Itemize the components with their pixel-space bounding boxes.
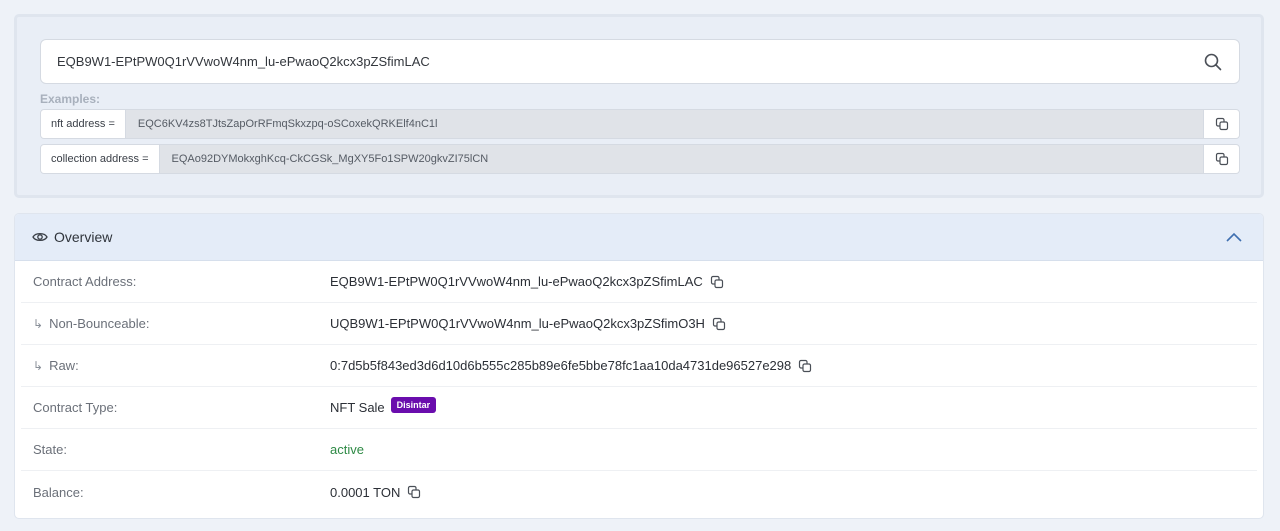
row-non-bounceable: ↳ Non-Bounceable: UQB9W1-EPtPW0Q1rVVwoW4…: [21, 303, 1257, 345]
state-value: active: [330, 442, 364, 457]
row-state: State: active: [21, 429, 1257, 471]
copy-icon[interactable]: [712, 317, 726, 331]
copy-icon[interactable]: [1203, 145, 1239, 173]
eye-icon: [32, 231, 48, 243]
copy-icon[interactable]: [798, 359, 812, 373]
contract-address-value[interactable]: EQB9W1-EPtPW0Q1rVVwoW4nm_lu-ePwaoQ2kcx3p…: [330, 274, 703, 289]
example-prefix: nft address =: [41, 110, 126, 138]
row-contract-address: Contract Address: EQB9W1-EPtPW0Q1rVVwoW4…: [21, 261, 1257, 303]
search-icon[interactable]: [1203, 52, 1223, 72]
overview-header[interactable]: Overview: [15, 214, 1263, 261]
row-raw: ↳ Raw: 0:7d5b5f843ed3d6d10d6b555c285b89e…: [21, 345, 1257, 387]
examples-label: Examples:: [40, 92, 101, 106]
marketplace-badge[interactable]: Disintar: [390, 396, 437, 413]
overview-title: Overview: [54, 229, 113, 245]
overview-panel: Overview Contract Address: EQB9W1-EPtPW0…: [14, 213, 1264, 519]
raw-value[interactable]: 0:7d5b5f843ed3d6d10d6b555c285b89e6fe5bbe…: [330, 358, 791, 373]
sub-arrow-icon: ↳: [33, 316, 44, 331]
contract-type-value: NFT Sale: [330, 400, 385, 415]
search-input-value[interactable]: EQB9W1-EPtPW0Q1rVVwoW4nm_lu-ePwaoQ2kcx3p…: [57, 54, 1203, 69]
row-label: Balance:: [33, 484, 84, 500]
search-panel: EQB9W1-EPtPW0Q1rVVwoW4nm_lu-ePwaoQ2kcx3p…: [14, 14, 1264, 198]
copy-icon[interactable]: [1203, 110, 1239, 138]
example-nft-address: nft address = EQC6KV4zs8TJtsZapOrRFmqSkx…: [40, 109, 1240, 139]
search-input[interactable]: EQB9W1-EPtPW0Q1rVVwoW4nm_lu-ePwaoQ2kcx3p…: [40, 39, 1240, 84]
row-label: Contract Address:: [33, 274, 137, 289]
row-contract-type: Contract Type: NFT Sale Disintar: [21, 387, 1257, 429]
balance-value: 0.0001 TON: [330, 484, 401, 500]
row-label: Contract Type:: [33, 400, 118, 415]
row-label: Non-Bounceable:: [49, 316, 150, 331]
example-collection-address: collection address = EQAo92DYMokxghKcq-C…: [40, 144, 1240, 174]
example-value[interactable]: EQAo92DYMokxghKcq-CkCGSk_MgXY5Fo1SPW20gk…: [160, 145, 1203, 173]
chevron-up-icon[interactable]: [1226, 232, 1242, 242]
example-prefix: collection address =: [41, 145, 160, 173]
sub-arrow-icon: ↳: [33, 358, 44, 373]
non-bounceable-value[interactable]: UQB9W1-EPtPW0Q1rVVwoW4nm_lu-ePwaoQ2kcx3p…: [330, 316, 705, 331]
copy-icon[interactable]: [407, 485, 421, 499]
row-label: Raw:: [49, 358, 79, 373]
copy-icon[interactable]: [710, 275, 724, 289]
row-label: State:: [33, 442, 67, 457]
example-value[interactable]: EQC6KV4zs8TJtsZapOrRFmqSkxzpq-oSCoxekQRK…: [126, 110, 1203, 138]
row-balance: Balance: 0.0001 TON: [21, 471, 1257, 513]
